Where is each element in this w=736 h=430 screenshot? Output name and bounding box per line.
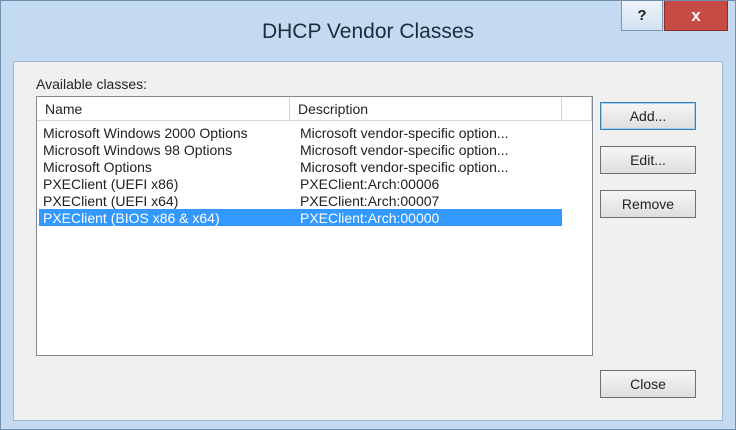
close-button[interactable]: Close (600, 370, 696, 398)
item-description: PXEClient:Arch:00000 (300, 210, 440, 226)
item-description: Microsoft vendor-specific option... (300, 142, 509, 158)
list-item[interactable]: Microsoft Windows 98 Options Microsoft v… (39, 141, 562, 158)
item-name: Microsoft Windows 98 Options (43, 142, 233, 158)
close-window-button[interactable]: x (664, 1, 728, 31)
available-classes-label: Available classes: (36, 76, 148, 92)
list-header: Name Description (37, 97, 592, 121)
item-description: Microsoft vendor-specific option... (300, 159, 509, 175)
title-bar[interactable]: DHCP Vendor Classes ? x (1, 1, 735, 61)
item-name: PXEClient (UEFI x64) (43, 193, 179, 209)
column-header-description[interactable]: Description (290, 97, 562, 121)
item-description: PXEClient:Arch:00006 (300, 176, 440, 192)
list-item[interactable]: PXEClient (UEFI x86) PXEClient:Arch:0000… (39, 175, 562, 192)
edit-button[interactable]: Edit... (600, 146, 696, 174)
vendor-classes-list[interactable]: Name Description Microsoft Windows 2000 … (36, 96, 593, 356)
column-header-name[interactable]: Name (37, 97, 290, 121)
list-item-selected[interactable]: PXEClient (BIOS x86 & x64) PXEClient:Arc… (39, 209, 562, 226)
item-name: Microsoft Windows 2000 Options (43, 125, 248, 141)
item-description: PXEClient:Arch:00007 (300, 193, 440, 209)
item-name: PXEClient (BIOS x86 & x64) (43, 210, 220, 226)
add-button[interactable]: Add... (600, 102, 696, 130)
list-item[interactable]: PXEClient (UEFI x64) PXEClient:Arch:0000… (39, 192, 562, 209)
item-description: Microsoft vendor-specific option... (300, 125, 509, 141)
help-button[interactable]: ? (621, 1, 663, 31)
item-name: PXEClient (UEFI x86) (43, 176, 179, 192)
dhcp-vendor-classes-dialog: DHCP Vendor Classes ? x Available classe… (0, 0, 736, 430)
list-item[interactable]: Microsoft Options Microsoft vendor-speci… (39, 158, 562, 175)
list-item[interactable]: Microsoft Windows 2000 Options Microsoft… (39, 124, 562, 141)
item-name: Microsoft Options (43, 159, 152, 175)
remove-button[interactable]: Remove (600, 190, 696, 218)
dialog-body: Available classes: Name Description Micr… (13, 61, 723, 421)
column-header-filler (562, 97, 592, 121)
